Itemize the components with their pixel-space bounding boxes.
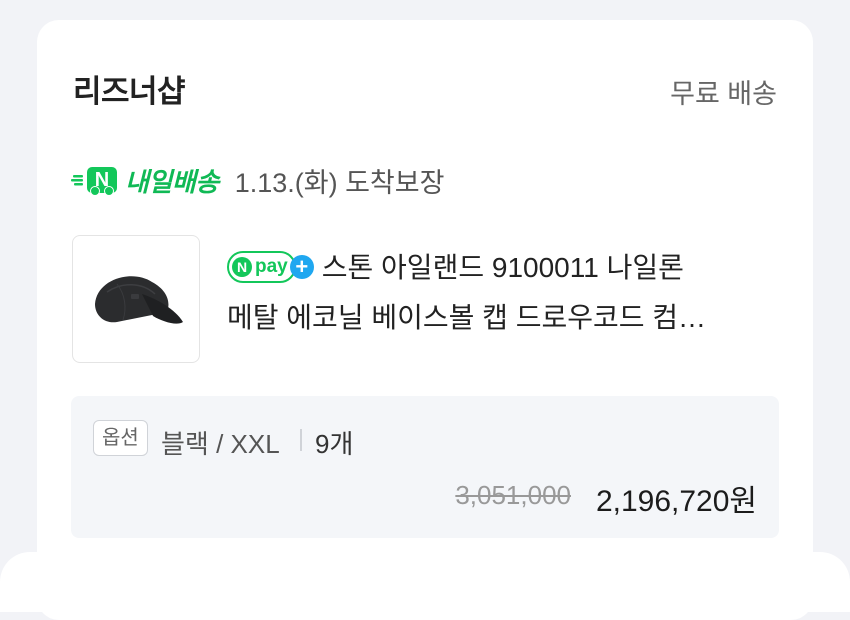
option-summary: 옵션 블랙 / XXL 9개 3,051,000 2,196,720원	[71, 396, 779, 538]
option-quantity: 9개	[315, 429, 354, 459]
shop-name[interactable]: 리즈너샵	[73, 66, 186, 111]
plus-icon: +	[289, 254, 314, 279]
product-title[interactable]: N pay + 스톤 아일랜드 9100011 나일론 메탈 에코닐 베이스볼 …	[227, 243, 787, 343]
option-value: 블랙 / XXL	[161, 429, 280, 459]
delivery-info: N 내일배송 1.13.(화) 도착보장	[71, 160, 444, 200]
delivery-label: 내일배송	[125, 166, 219, 197]
shipping-fee: 무료 배송	[670, 79, 777, 109]
delivery-date: 1.13.(화) 도착보장	[234, 167, 445, 198]
product-title-line1: 스톤 아일랜드 9100011 나일론	[321, 252, 684, 283]
product-thumbnail[interactable]	[72, 235, 200, 363]
delivery-truck-icon: N	[87, 167, 117, 196]
npay-n-icon: N	[232, 256, 252, 277]
next-card-edge	[0, 552, 850, 612]
option-tag: 옵션	[93, 420, 148, 456]
divider	[300, 429, 302, 451]
original-price: 3,051,000	[455, 480, 571, 510]
baseball-cap-icon	[95, 276, 183, 324]
speed-lines-icon	[71, 175, 83, 186]
final-price: 2,196,720원	[595, 485, 757, 518]
npay-plus-badge: N pay +	[227, 250, 314, 283]
order-item-card: 리즈너샵 무료 배송 N 내일배송 1.13.(화) 도착보장 N pay + …	[37, 20, 813, 620]
product-title-line2: 메탈 에코닐 베이스볼 캡 드로우코드 컴…	[227, 302, 707, 333]
